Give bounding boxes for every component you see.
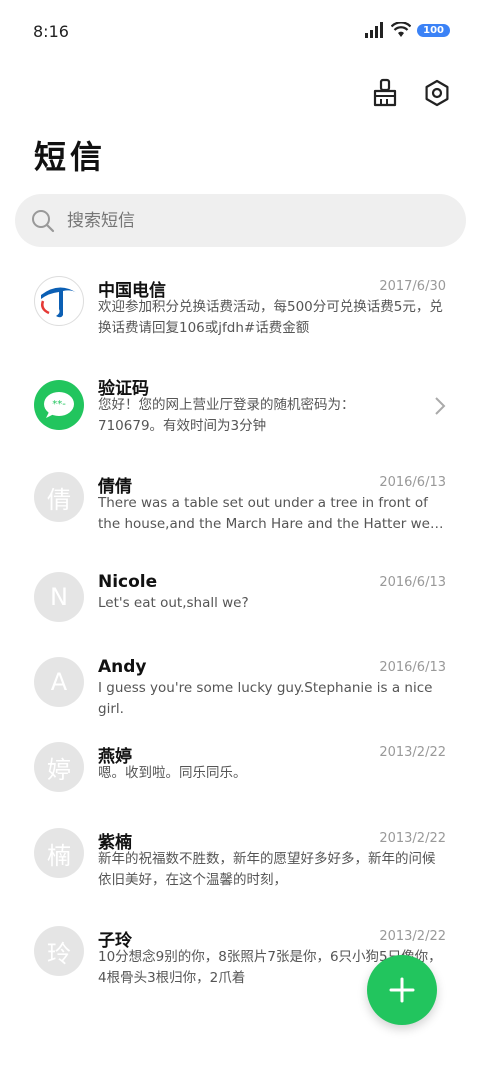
message-sender: Nicole [98,572,158,592]
toolbar [368,76,454,110]
chevron-right-icon [435,397,446,415]
search-icon [32,209,55,232]
message-date: 2013/2/22 [379,745,446,760]
avatar: 婷 [34,742,84,792]
message-date: 2016/6/13 [379,660,446,675]
message-preview: There was a table set out under a tree i… [98,495,444,532]
search-bar[interactable] [15,194,466,247]
message-sender: Andy [98,657,147,677]
list-item[interactable]: 婷 燕婷 2013/2/22 嗯。收到啦。同乐同乐。 [0,728,480,814]
plus-icon [389,977,415,1003]
avatar: N [34,572,84,622]
list-item[interactable]: A Andy 2016/6/13 I guess you're some luc… [0,642,480,728]
avatar: A [34,657,84,707]
message-date: 2016/6/13 [379,575,446,590]
broom-icon [373,78,397,107]
signal-icon [365,22,384,38]
status-time: 8:16 [33,22,69,41]
svg-text:**-: **- [52,399,66,410]
avatar: 倩 [34,472,84,522]
avatar: 玲 [34,926,84,976]
status-icons: 100 [365,22,450,38]
message-preview: Let's eat out,shall we? [98,595,249,611]
settings-icon [425,79,449,107]
message-date: 2013/2/22 [379,831,446,846]
message-preview: I guess you're some lucky guy.Stephanie … [98,680,433,717]
chat-bubble-icon: **- [44,392,74,418]
message-preview: 欢迎参加积分兑换话费活动，每500分可兑换话费5元，兑换话费请回复106或jfd… [98,299,443,336]
avatar: 楠 [34,828,84,878]
list-item[interactable]: **- 验证码 您好！您的网上营业厅登录的随机密码为：710679。有效时间为3… [0,360,480,458]
message-date: 2016/6/13 [379,475,446,490]
message-date: 2013/2/22 [379,929,446,944]
avatar: **- [34,380,84,430]
new-message-button[interactable] [367,955,437,1025]
message-preview: 嗯。收到啦。同乐同乐。 [98,765,247,781]
message-date: 2017/6/30 [379,279,446,294]
message-preview: 您好！您的网上营业厅登录的随机密码为：710679。有效时间为3分钟 [98,397,355,434]
settings-button[interactable] [420,76,454,110]
list-item[interactable]: 倩 倩倩 2016/6/13 There was a table set out… [0,458,480,556]
page-title: 短信 [34,138,107,176]
list-item[interactable]: 楠 紫楠 2013/2/22 新年的祝福数不胜数，新年的愿望好多好多，新年的问候… [0,814,480,912]
avatar [34,276,84,326]
status-bar: 8:16 100 [0,0,480,66]
list-item[interactable]: 中国电信 2017/6/30 欢迎参加积分兑换话费活动，每500分可兑换话费5元… [0,262,480,360]
wifi-icon [391,22,412,37]
search-input[interactable] [67,210,427,231]
telecom-logo-icon [41,287,77,318]
message-preview: 新年的祝福数不胜数，新年的愿望好多好多，新年的问候依旧美好，在这个温馨的时刻， [98,851,436,888]
clean-button[interactable] [368,76,402,110]
list-item[interactable]: N Nicole 2016/6/13 Let's eat out,shall w… [0,556,480,642]
battery-badge: 100 [417,23,450,37]
